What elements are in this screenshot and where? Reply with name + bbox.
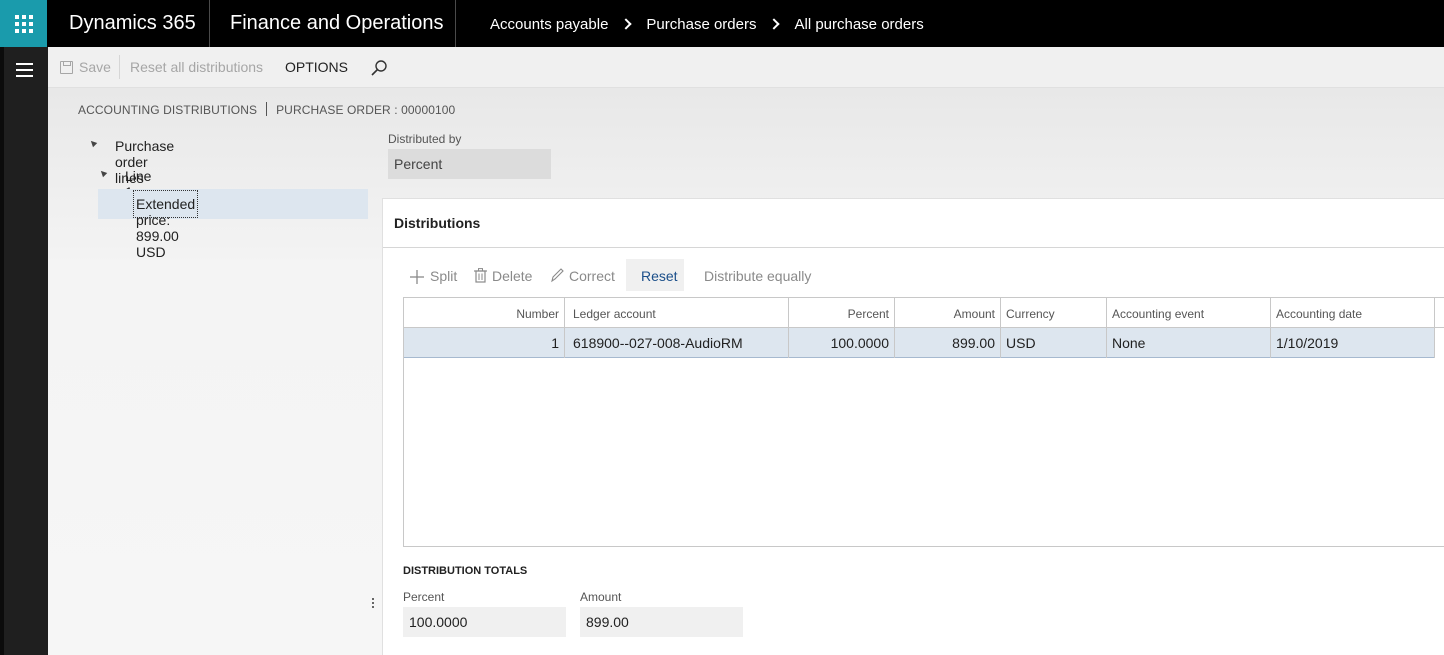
chevron-right-icon [620, 17, 633, 30]
column-divider [1000, 298, 1001, 358]
cell-number: 1 [551, 335, 559, 351]
options-tab[interactable]: OPTIONS [285, 59, 348, 75]
waffle-icon [14, 14, 33, 33]
page-caption: ACCOUNTING DISTRIBUTIONS PURCHASE ORDER :… [78, 102, 455, 117]
distributions-grid: Number Ledger account Percent Amount Cur… [403, 297, 1444, 547]
delete-icon [474, 268, 487, 283]
distributions-panel: Distributions Split Delete Correct Reset [382, 198, 1444, 655]
distributions-header[interactable]: Distributions [394, 215, 480, 231]
total-amount-field: 899.00 [580, 607, 743, 637]
correct-button[interactable]: Correct [569, 268, 615, 284]
tree-node-extended-price[interactable]: Extended price: 899.00 USD [133, 190, 199, 260]
collapse-triangle-icon[interactable] [98, 168, 108, 178]
column-divider [1434, 298, 1435, 358]
add-icon [410, 270, 424, 284]
column-divider [1106, 298, 1107, 358]
navigation-pane [0, 47, 48, 655]
total-percent-field: 100.0000 [403, 607, 566, 637]
distribution-totals-heading: DISTRIBUTION TOTALS [403, 565, 528, 577]
column-header-ledger-account[interactable]: Ledger account [568, 298, 788, 327]
breadcrumb: Accounts payable Purchase orders All pur… [490, 16, 924, 33]
column-header-number[interactable]: Number [404, 298, 564, 327]
save-button[interactable]: Save [79, 59, 111, 75]
app-launcher-button[interactable] [0, 0, 47, 47]
collapse-triangle-icon[interactable] [88, 138, 98, 148]
pencil-icon [551, 268, 564, 283]
breadcrumb-all-purchase-orders[interactable]: All purchase orders [794, 16, 923, 33]
column-header-percent[interactable]: Percent [789, 298, 894, 327]
hamburger-menu-icon[interactable] [16, 63, 33, 81]
divider [455, 0, 456, 47]
total-amount-label: Amount [580, 590, 622, 604]
product-title[interactable]: Finance and Operations [230, 12, 443, 35]
caption-document: PURCHASE ORDER : 00000100 [276, 103, 456, 117]
reset-button[interactable]: Reset [641, 268, 678, 284]
cell-percent[interactable]: 100.0000 [789, 328, 894, 357]
split-button[interactable]: Split [430, 268, 457, 284]
distributed-by-field[interactable]: Percent [388, 149, 551, 179]
divider [383, 247, 1444, 248]
cell-currency-link[interactable]: USD [1001, 328, 1106, 357]
distributed-by-label: Distributed by [388, 132, 462, 146]
grid-header-row: Number Ledger account Percent Amount Cur… [404, 298, 1444, 328]
divider [119, 55, 120, 79]
cell-ledger-account[interactable]: 618900--027-008-AudioRM [568, 328, 788, 357]
column-divider [788, 298, 789, 358]
caption-title: ACCOUNTING DISTRIBUTIONS [78, 103, 258, 117]
action-pane: Save Reset all distributions OPTIONS [48, 47, 1444, 88]
column-divider [1270, 298, 1271, 358]
total-percent-label: Percent [403, 590, 445, 604]
page-body: ACCOUNTING DISTRIBUTIONS PURCHASE ORDER :… [48, 88, 1444, 655]
save-icon [60, 61, 73, 74]
column-header-accounting-event[interactable]: Accounting event [1107, 298, 1270, 327]
divider [266, 102, 268, 116]
column-header-amount[interactable]: Amount [895, 298, 1000, 327]
distribute-equally-button[interactable]: Distribute equally [704, 268, 811, 284]
nav-edge [0, 47, 4, 655]
cell-accounting-date: 1/10/2019 [1276, 335, 1339, 351]
delete-button[interactable]: Delete [492, 268, 532, 284]
column-divider [564, 298, 565, 358]
cell-accounting-event: None [1112, 335, 1146, 351]
chevron-right-icon [768, 17, 781, 30]
table-row[interactable]: 1 618900--027-008-AudioRM 100.0000 899.0… [404, 328, 1435, 358]
cell-amount[interactable]: 899.00 [895, 328, 1000, 357]
column-header-accounting-date[interactable]: Accounting date [1271, 298, 1434, 327]
reset-all-distributions-button[interactable]: Reset all distributions [130, 59, 263, 75]
breadcrumb-purchase-orders[interactable]: Purchase orders [646, 16, 756, 33]
top-nav-bar: Dynamics 365 Finance and Operations Acco… [0, 0, 1444, 47]
search-icon[interactable] [370, 59, 388, 77]
breadcrumb-accounts-payable[interactable]: Accounts payable [490, 16, 608, 33]
brand-title[interactable]: Dynamics 365 [69, 12, 196, 35]
column-divider [894, 298, 895, 358]
splitter-handle[interactable] [372, 598, 375, 610]
divider [209, 0, 210, 47]
column-header-currency[interactable]: Currency [1001, 298, 1106, 327]
